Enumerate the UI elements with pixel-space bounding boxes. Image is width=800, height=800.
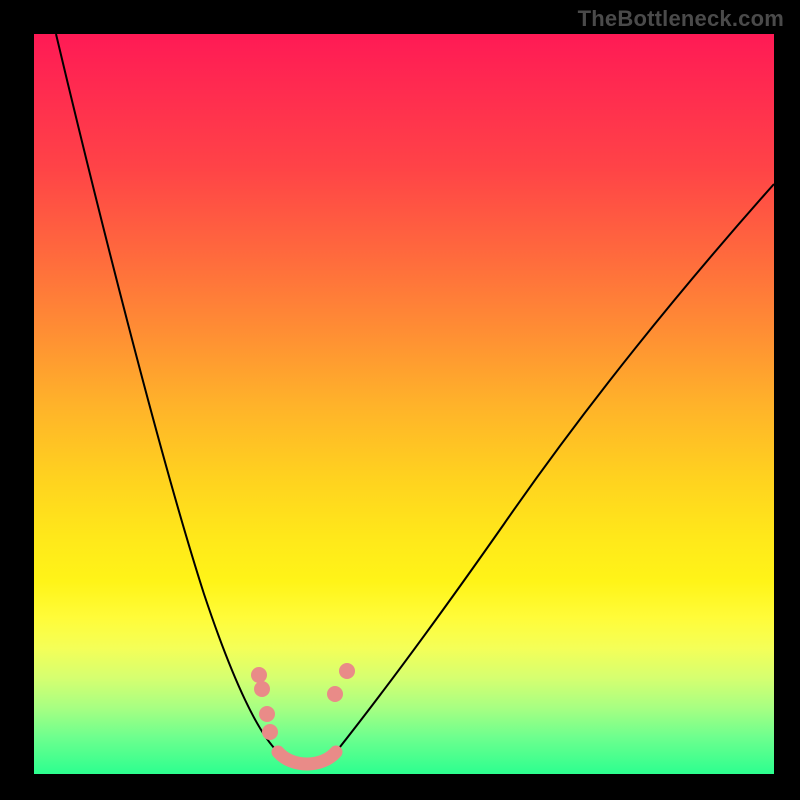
chart-frame: TheBottleneck.com [0, 0, 800, 800]
dot [254, 681, 270, 697]
dot [339, 663, 355, 679]
dot [262, 724, 278, 740]
watermark-text: TheBottleneck.com [578, 6, 784, 32]
plot-area [34, 34, 774, 774]
dot [251, 667, 267, 683]
left-curve [56, 34, 278, 752]
dot [327, 686, 343, 702]
bottom-arc [278, 752, 336, 764]
curve-layer [34, 34, 774, 774]
right-curve [336, 184, 774, 752]
dot [259, 706, 275, 722]
